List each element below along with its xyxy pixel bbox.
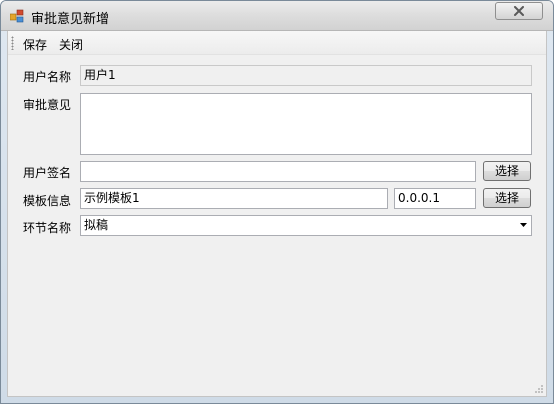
user-name-field: 用户1 — [80, 65, 532, 86]
app-icon — [10, 9, 24, 23]
window-title: 审批意见新增 — [31, 12, 110, 27]
template-version-field[interactable]: 0.0.0.1 — [394, 188, 476, 209]
template-name-field[interactable]: 示例模板1 — [80, 188, 388, 209]
user-signature-field[interactable] — [80, 161, 476, 182]
approval-opinion-textarea[interactable] — [80, 93, 532, 155]
template-label: 模板信息 — [23, 194, 72, 208]
user-name-label: 用户名称 — [23, 70, 72, 84]
window-close-button[interactable] — [495, 2, 543, 20]
close-icon — [514, 6, 524, 16]
save-button[interactable]: 保存 — [23, 36, 47, 53]
toolbar: 保存 关闭 — [8, 31, 546, 55]
close-button[interactable]: 关闭 — [59, 36, 83, 53]
node-combobox[interactable]: 拟稿 — [80, 215, 532, 236]
form-client-area: 保存 关闭 用户名称 用户1 审批意见 用户签名 选择 模板信息 示例模板1 0… — [7, 31, 547, 397]
resize-grip-icon[interactable] — [534, 384, 544, 394]
approval-opinion-label: 审批意见 — [23, 98, 72, 112]
node-label: 环节名称 — [23, 221, 72, 235]
title-bar[interactable]: 审批意见新增 — [1, 1, 553, 31]
app-window: 审批意见新增 保存 关闭 用户名称 用户1 审批意见 用户签名 选择 模板信息 … — [0, 0, 554, 404]
signature-select-button[interactable]: 选择 — [483, 161, 531, 181]
node-combobox-value: 拟稿 — [84, 218, 109, 232]
toolbar-grip-icon[interactable] — [11, 36, 14, 50]
chevron-down-icon[interactable] — [520, 223, 527, 227]
user-signature-label: 用户签名 — [23, 166, 72, 180]
template-select-button[interactable]: 选择 — [483, 188, 531, 208]
